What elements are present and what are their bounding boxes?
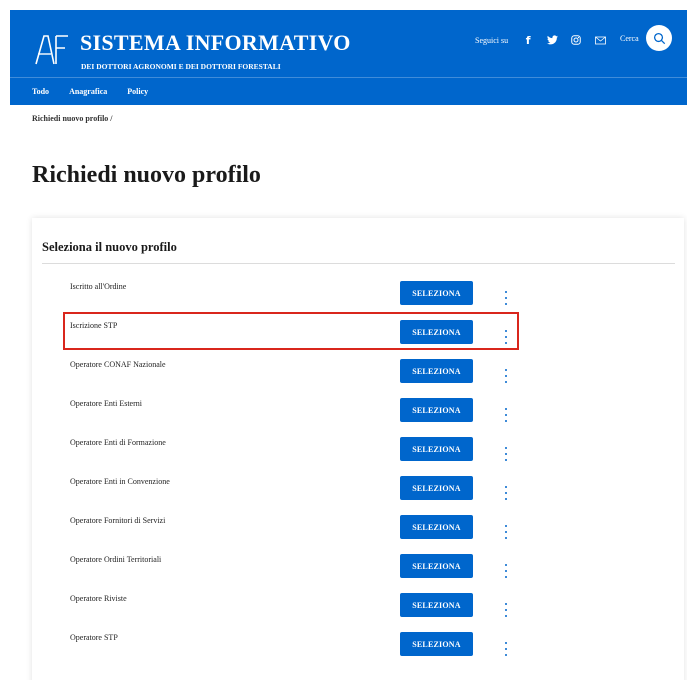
logo-icon[interactable]: [32, 30, 70, 68]
select-button-operatore-ordini-territoriali[interactable]: SELEZIONA: [400, 554, 473, 578]
card-divider: [42, 263, 675, 264]
highlight-box: [63, 312, 519, 350]
facebook-icon[interactable]: f: [522, 34, 534, 47]
search-label[interactable]: Cerca: [620, 34, 639, 43]
profile-card: [32, 218, 684, 680]
nav-divider: [10, 77, 687, 78]
select-button-operatore-enti-esterni[interactable]: SELEZIONA: [400, 398, 473, 422]
app-title[interactable]: SISTEMA INFORMATIVO: [80, 30, 351, 56]
more-options-icon[interactable]: [503, 291, 509, 305]
more-options-icon[interactable]: [503, 486, 509, 500]
profile-label-operatore-riviste: Operatore Riviste: [70, 594, 127, 603]
social-label: Seguici su: [475, 35, 509, 45]
page-title: Richiedi nuovo profilo: [32, 162, 261, 188]
more-options-icon[interactable]: [503, 447, 509, 461]
profile-label-operatore-stp: Operatore STP: [70, 633, 118, 642]
more-options-icon[interactable]: [503, 564, 509, 578]
nav-item-policy[interactable]: Policy: [127, 87, 148, 96]
profile-label-iscritto-ordine: Iscritto all'Ordine: [70, 282, 127, 291]
nav-item-anagrafica[interactable]: Anagrafica: [69, 87, 107, 96]
more-options-icon[interactable]: [503, 642, 509, 656]
profile-label-operatore-enti-formazione: Operatore Enti di Formazione: [70, 438, 166, 447]
card-title: Seleziona il nuovo profilo: [42, 240, 177, 254]
app-subtitle: DEI DOTTORI AGRONOMI E DEI DOTTORI FORES…: [81, 62, 281, 71]
twitter-icon[interactable]: [546, 34, 558, 46]
select-button-operatore-conaf-nazionale[interactable]: SELEZIONA: [400, 359, 473, 383]
profile-label-operatore-enti-convenzione: Operatore Enti in Convenzione: [70, 477, 170, 486]
select-button-operatore-riviste[interactable]: SELEZIONA: [400, 593, 473, 617]
search-button[interactable]: [646, 25, 672, 51]
mail-icon[interactable]: [594, 34, 606, 46]
more-options-icon[interactable]: [503, 369, 509, 383]
nav-item-todo[interactable]: Todo: [32, 87, 49, 96]
breadcrumb[interactable]: Richiedi nuovo profilo /: [32, 114, 113, 123]
more-options-icon[interactable]: [503, 408, 509, 422]
more-options-icon[interactable]: [503, 603, 509, 617]
select-button-operatore-stp[interactable]: SELEZIONA: [400, 632, 473, 656]
instagram-icon[interactable]: [570, 34, 582, 46]
select-button-operatore-enti-convenzione[interactable]: SELEZIONA: [400, 476, 473, 500]
social-links: Seguici su f: [475, 34, 606, 47]
profile-label-operatore-enti-esterni: Operatore Enti Esterni: [70, 399, 142, 408]
profile-label-operatore-fornitori-servizi: Operatore Fornitori di Servizi: [70, 516, 166, 525]
more-options-icon[interactable]: [503, 525, 509, 539]
select-button-iscritto-ordine[interactable]: SELEZIONA: [400, 281, 473, 305]
profile-label-operatore-ordini-territoriali: Operatore Ordini Territoriali: [70, 555, 162, 564]
profile-label-operatore-conaf-nazionale: Operatore CONAF Nazionale: [70, 360, 166, 369]
search-icon: [653, 32, 665, 44]
select-button-operatore-enti-formazione[interactable]: SELEZIONA: [400, 437, 473, 461]
main-nav: Todo Anagrafica Policy: [32, 87, 148, 96]
select-button-operatore-fornitori-servizi[interactable]: SELEZIONA: [400, 515, 473, 539]
